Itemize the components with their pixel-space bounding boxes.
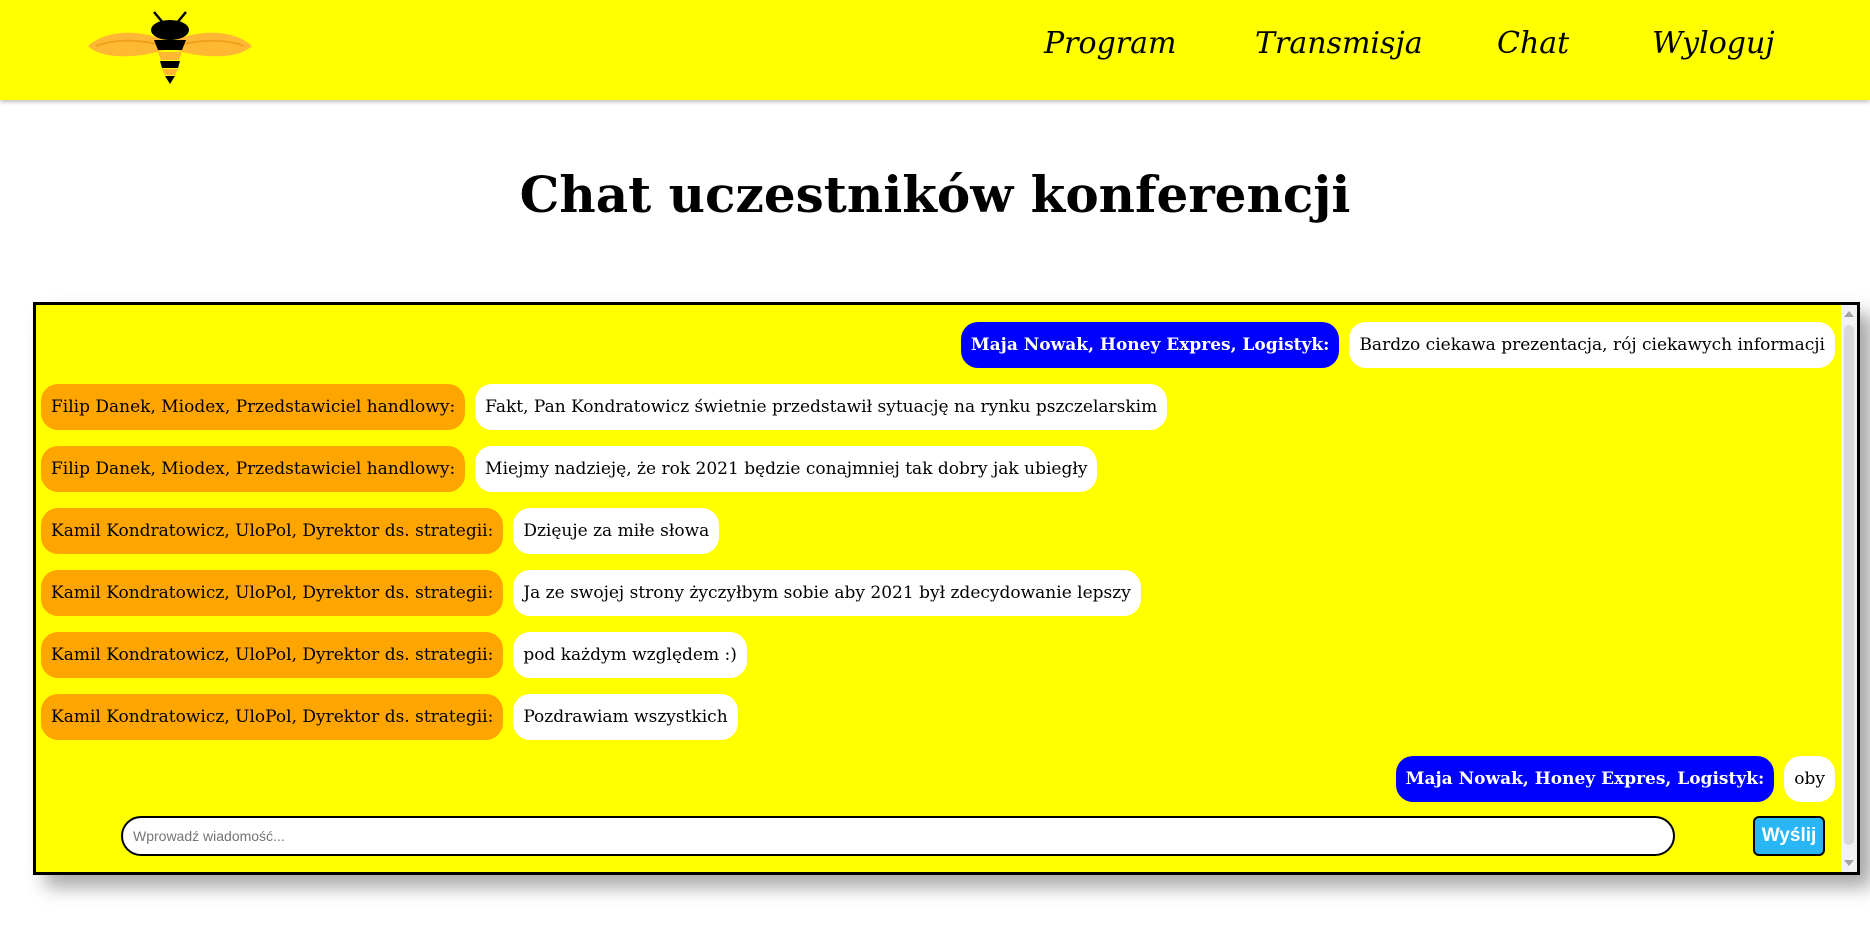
chat-message: Maja Nowak, Honey Expres, Logistyk: oby [1395,756,1835,802]
message-sender: Kamil Kondratowicz, UloPol, Dyrektor ds.… [41,632,504,678]
nav-link-program[interactable]: Program [1044,26,1176,61]
chat-scrollbar[interactable] [1841,305,1857,872]
chat-window: Maja Nowak, Honey Expres, Logistyk: Bard… [33,302,1860,875]
chat-message: Kamil Kondratowicz, UloPol, Dyrektor ds.… [41,508,720,554]
message-text: Bardzo ciekawa prezentacja, rój ciekawyc… [1349,322,1835,368]
message-text: Fakt, Pan Kondratowicz świetnie przedsta… [475,384,1168,430]
chat-message: Filip Danek, Miodex, Przedstawiciel hand… [41,384,1168,430]
message-text: Ja ze swojej strony życzyłbym sobie aby … [513,570,1141,616]
message-sender: Maja Nowak, Honey Expres, Logistyk: [960,322,1340,368]
message-text: Dzięuje za miłe słowa [513,508,720,554]
top-navigation-bar: Program Transmisja Chat Wyloguj [0,0,1870,100]
scroll-up-arrow-icon[interactable] [1844,311,1854,317]
message-text: oby [1784,756,1835,802]
send-button[interactable]: Wyślij [1753,816,1825,856]
message-text: Pozdrawiam wszystkich [513,694,738,740]
message-sender: Maja Nowak, Honey Expres, Logistyk: [1395,756,1775,802]
message-sender: Kamil Kondratowicz, UloPol, Dyrektor ds.… [41,694,504,740]
chat-message: Kamil Kondratowicz, UloPol, Dyrektor ds.… [41,694,738,740]
chat-message: Filip Danek, Miodex, Przedstawiciel hand… [41,446,1098,492]
page-title: Chat uczestników konferencji [519,165,1351,224]
chat-message: Maja Nowak, Honey Expres, Logistyk: Bard… [960,322,1835,368]
message-text: Miejmy nadzieję, że rok 2021 będzie cona… [475,446,1098,492]
message-compose-row: Wyślij [121,816,1825,858]
bee-logo-icon[interactable] [80,10,260,86]
nav-link-chat[interactable]: Chat [1497,26,1569,61]
message-sender: Kamil Kondratowicz, UloPol, Dyrektor ds.… [41,508,504,554]
message-text: pod każdym względem :) [513,632,747,678]
scroll-down-arrow-icon[interactable] [1844,860,1854,866]
scrollbar-thumb[interactable] [1844,325,1854,845]
message-input[interactable] [121,816,1675,856]
chat-message: Kamil Kondratowicz, UloPol, Dyrektor ds.… [41,632,747,678]
message-sender: Filip Danek, Miodex, Przedstawiciel hand… [41,446,466,492]
message-sender: Kamil Kondratowicz, UloPol, Dyrektor ds.… [41,570,504,616]
chat-message: Kamil Kondratowicz, UloPol, Dyrektor ds.… [41,570,1141,616]
message-sender: Filip Danek, Miodex, Przedstawiciel hand… [41,384,466,430]
nav-link-transmisja[interactable]: Transmisja [1255,26,1423,61]
nav-link-logout[interactable]: Wyloguj [1652,26,1775,61]
